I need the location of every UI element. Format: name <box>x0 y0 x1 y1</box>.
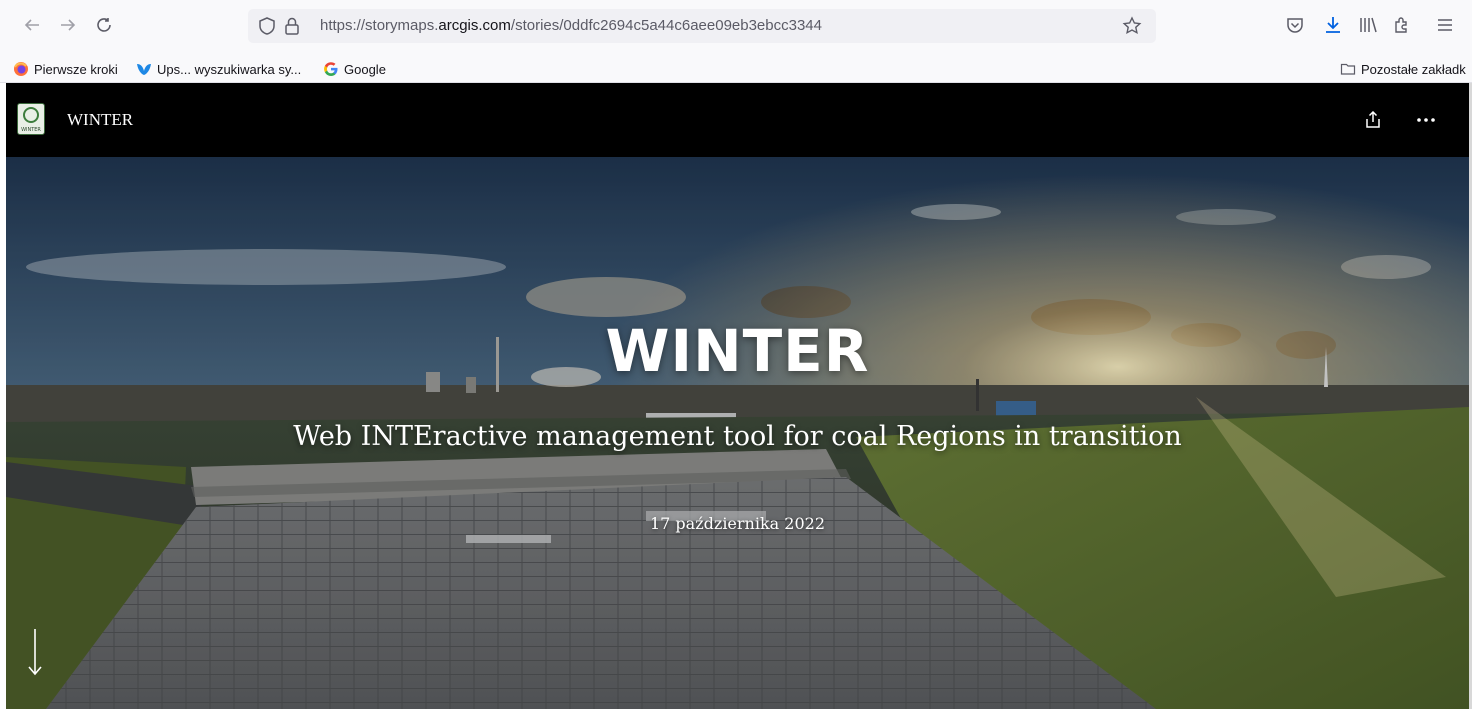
menu-icon[interactable] <box>1434 14 1456 36</box>
arrow-down-icon[interactable] <box>24 627 46 679</box>
url-prefix: https://storymaps. <box>320 17 439 34</box>
bookmark-item[interactable]: Google <box>323 59 386 79</box>
bookmarks-bar: Pierwsze kroki Ups... wyszukiwarka sy...… <box>0 56 1472 83</box>
story-cover: WINTER Web INTEractive management tool f… <box>6 157 1469 709</box>
bookmark-label: Ups... wyszukiwarka sy... <box>157 61 302 77</box>
browser-toolbar: https://storymaps.arcgis.com/stories/0dd… <box>0 0 1472 56</box>
bookmark-item[interactable]: Ups... wyszukiwarka sy... <box>136 59 301 79</box>
library-icon[interactable] <box>1357 14 1379 36</box>
more-options-icon[interactable] <box>1413 107 1439 133</box>
url-text[interactable]: https://storymaps.arcgis.com/stories/0dd… <box>320 17 822 34</box>
back-icon[interactable] <box>19 12 45 38</box>
firefox-icon <box>14 62 28 76</box>
story-header: WINTER WINTER <box>6 83 1469 157</box>
google-icon <box>324 62 338 76</box>
pocket-icon[interactable] <box>1284 14 1306 36</box>
logo-text: WINTER <box>21 127 41 133</box>
forward-icon[interactable] <box>55 12 81 38</box>
other-bookmarks[interactable]: Pozostałe zakładk <box>1340 59 1466 79</box>
folder-icon <box>1340 63 1356 75</box>
star-icon[interactable] <box>1122 16 1142 36</box>
shield-icon[interactable] <box>258 17 276 35</box>
other-bookmarks-label: Pozostałe zakładk <box>1361 61 1466 77</box>
story-subtitle: Web INTEractive management tool for coal… <box>293 421 1182 452</box>
story-date: 17 października 2022 <box>649 514 826 533</box>
bookmark-bird-icon <box>137 64 151 75</box>
bookmark-item[interactable]: Pierwsze kroki <box>13 59 118 79</box>
share-icon[interactable] <box>1360 107 1386 133</box>
logo-ring <box>23 107 39 123</box>
story-title: WINTER <box>605 317 870 385</box>
reload-icon[interactable] <box>91 12 117 38</box>
lock-icon[interactable] <box>284 16 300 36</box>
bookmark-label: Google <box>344 61 386 77</box>
extensions-icon[interactable] <box>1391 14 1413 36</box>
site-logo[interactable]: WINTER <box>17 103 45 135</box>
bookmark-label: Pierwsze kroki <box>34 61 118 77</box>
site-title[interactable]: WINTER <box>67 110 133 130</box>
url-domain: arcgis.com <box>438 17 511 34</box>
url-bar[interactable]: https://storymaps.arcgis.com/stories/0dd… <box>248 9 1156 43</box>
url-path: /stories/0ddfc2694c5a44c6aee09eb3ebcc334… <box>510 17 822 34</box>
download-icon[interactable] <box>1322 14 1344 36</box>
